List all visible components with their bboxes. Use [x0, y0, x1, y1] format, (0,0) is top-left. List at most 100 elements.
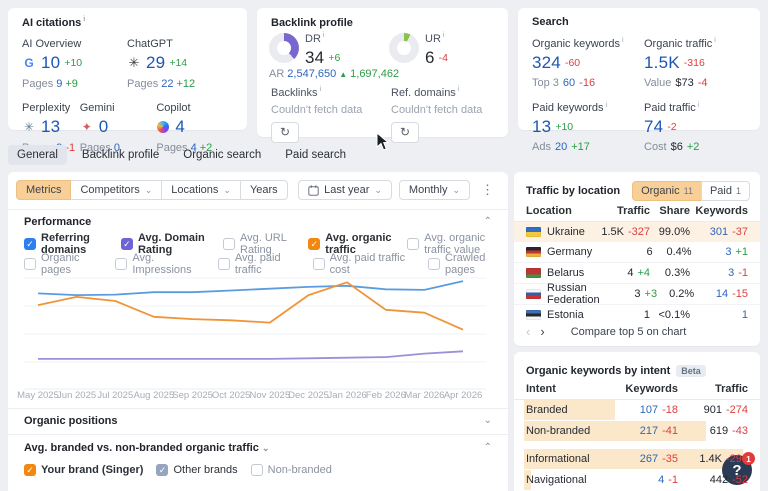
- collapse-performance-icon[interactable]: ⌃: [484, 216, 492, 227]
- years-button[interactable]: Years: [240, 180, 288, 200]
- svg-text:Nov 2025: Nov 2025: [249, 390, 290, 401]
- refresh-backlinks-button[interactable]: ↻: [271, 122, 299, 143]
- toggle-your-brand[interactable]: Your brand (Singer): [24, 464, 143, 476]
- organic-tab[interactable]: Organic11: [632, 181, 702, 201]
- domain-rating-metric: DRi 34+6: [305, 32, 340, 68]
- germany-flag-icon: [526, 247, 541, 257]
- tab-backlink-profile[interactable]: Backlink profile: [73, 145, 168, 165]
- performance-chart[interactable]: May 2025Jun 2025Jul 2025Aug 2025Sep 2025…: [16, 259, 500, 401]
- refresh-ref-domains-button[interactable]: ↻: [391, 122, 419, 143]
- ai-citations-card: AI citationsi AI Overview G10+10 Pages9+…: [8, 8, 247, 130]
- next-page-icon[interactable]: ›: [540, 324, 544, 339]
- table-row-russian-federation[interactable]: Russian Federation 3+3 0.2% 14-15: [514, 284, 760, 305]
- backlink-profile-title: Backlink profile: [271, 17, 353, 29]
- svg-text:Dec 2025: Dec 2025: [288, 390, 329, 401]
- info-icon[interactable]: i: [698, 102, 700, 109]
- checkbox-icon: [24, 464, 36, 476]
- backlinks-block: Backlinksi Couldn't fetch data ↻: [271, 86, 381, 143]
- search-card: Search Organic keywordsi 324-60 Top 360-…: [518, 8, 760, 130]
- toggle-non-branded[interactable]: Non-branded: [251, 464, 332, 476]
- fetch-error-text: Couldn't fetch data: [391, 104, 501, 116]
- info-icon[interactable]: i: [606, 102, 608, 109]
- svg-text:Mar 2026: Mar 2026: [404, 390, 444, 401]
- chatgpt-metric: ChatGPT ✳29+14 Pages22+12: [127, 38, 232, 90]
- competitors-button[interactable]: Competitors⌄: [70, 180, 162, 200]
- kebab-menu-icon[interactable]: ⋮: [477, 182, 498, 198]
- svg-text:Oct 2025: Oct 2025: [212, 390, 251, 401]
- up-triangle-icon: ▲: [339, 70, 347, 79]
- tab-organic-search[interactable]: Organic search: [174, 145, 270, 165]
- google-icon: G: [22, 56, 36, 70]
- tab-paid-search[interactable]: Paid search: [276, 145, 355, 165]
- checkbox-icon: [251, 464, 263, 476]
- tab-general[interactable]: General: [8, 145, 67, 165]
- search-title: Search: [532, 16, 569, 28]
- toggle-other-brands[interactable]: Other brands: [156, 464, 237, 476]
- svg-text:May 2025: May 2025: [17, 390, 59, 401]
- info-icon[interactable]: i: [323, 32, 325, 39]
- mouse-cursor: [376, 132, 390, 152]
- calendar-icon: [308, 185, 319, 196]
- paid-keywords-metric: Paid keywordsi 13+10 Ads20+17: [532, 102, 644, 154]
- location-table-footer: ‹ › Compare top 5 on chart: [526, 324, 748, 339]
- checkbox-icon: [156, 464, 168, 476]
- dashboard: AI citationsi AI Overview G10+10 Pages9+…: [0, 0, 768, 491]
- paid-tab[interactable]: Paid1: [701, 181, 750, 201]
- overview-toolbar: Metrics Competitors⌄ Locations⌄ Years La…: [16, 180, 500, 201]
- fetch-error-text: Couldn't fetch data: [271, 104, 381, 116]
- metrics-button[interactable]: Metrics: [16, 180, 71, 200]
- ahrefs-rank-line: AR2,547,650▲1,697,462: [269, 68, 405, 80]
- checkbox-icon: [121, 238, 133, 250]
- url-rating-metric: URi 6-4: [425, 32, 448, 68]
- backlink-profile-card: Backlink profile DRi 34+6 AR2,547,650▲1,…: [257, 8, 508, 137]
- chevron-down-icon: ⌄: [262, 443, 270, 453]
- svg-text:Jan 2026: Jan 2026: [328, 390, 367, 401]
- estonia-flag-icon: [526, 310, 541, 320]
- prev-page-icon[interactable]: ‹: [526, 324, 530, 339]
- table-row-estonia[interactable]: Estonia 1 <0.1% 1: [514, 305, 760, 325]
- chevron-down-icon: ⌄: [452, 185, 460, 196]
- url-rating-donut: [389, 33, 419, 63]
- organic-paid-switch: Organic11 Paid1: [632, 181, 750, 201]
- refresh-icon: ↻: [280, 125, 290, 139]
- branded-toggles-row: Your brand (Singer) Other brands Non-bra…: [24, 464, 332, 476]
- table-row-belarus[interactable]: Belarus 4+4 0.3% 3-1: [514, 263, 760, 284]
- intent-row-non-branded[interactable]: Non-branded 217-41 619-43: [514, 421, 760, 441]
- table-row-ukraine[interactable]: Ukraine 1.5K-327 99.0% 301-37: [514, 222, 760, 242]
- domain-rating-donut: [269, 33, 299, 63]
- info-icon[interactable]: i: [83, 16, 85, 23]
- checkbox-icon: [308, 238, 320, 250]
- organic-positions-title: Organic positions: [24, 415, 118, 427]
- svg-text:Jul 2025: Jul 2025: [97, 390, 133, 401]
- expand-organic-positions-icon[interactable]: ⌄: [484, 415, 492, 426]
- keywords-by-intent-title: Organic keywords by intentBeta: [526, 365, 706, 377]
- russia-flag-icon: [526, 289, 541, 299]
- ai-citations-title: AI citationsi: [22, 17, 85, 29]
- overview-panel: Metrics Competitors⌄ Locations⌄ Years La…: [8, 172, 508, 491]
- info-icon[interactable]: i: [458, 86, 460, 93]
- svg-text:Feb 2026: Feb 2026: [366, 390, 406, 401]
- performance-title: Performance: [24, 216, 91, 228]
- traffic-by-location-title: Traffic by location: [526, 185, 620, 197]
- openai-icon: ✳: [127, 56, 141, 70]
- info-icon[interactable]: i: [319, 86, 321, 93]
- branded-traffic-title[interactable]: Avg. branded vs. non-branded organic tra…: [24, 442, 270, 454]
- organic-traffic-metric: Organic traffici 1.5K-316 Value$73-4: [644, 37, 746, 89]
- locations-button[interactable]: Locations⌄: [161, 180, 241, 200]
- intent-row-branded[interactable]: Branded 107-18 901-274: [514, 400, 760, 420]
- info-icon[interactable]: i: [714, 37, 716, 44]
- belarus-flag-icon: [526, 268, 541, 278]
- compare-top5-link[interactable]: Compare top 5 on chart: [571, 326, 687, 338]
- intent-table-header: Intent Keywords Traffic: [514, 383, 760, 400]
- date-range-button[interactable]: Last year⌄: [298, 180, 392, 200]
- checkbox-icon: [407, 238, 419, 250]
- granularity-button[interactable]: Monthly⌄: [399, 180, 470, 200]
- collapse-branded-traffic-icon[interactable]: ⌃: [484, 442, 492, 453]
- ref-domains-block: Ref. domainsi Couldn't fetch data ↻: [391, 86, 501, 143]
- table-row-germany[interactable]: Germany 6 0.4% 3+1: [514, 242, 760, 263]
- beta-badge: Beta: [676, 365, 706, 377]
- info-icon[interactable]: i: [443, 32, 445, 39]
- gemini-icon: ✦: [80, 120, 94, 134]
- info-icon[interactable]: i: [622, 37, 624, 44]
- chevron-down-icon: ⌄: [223, 185, 231, 196]
